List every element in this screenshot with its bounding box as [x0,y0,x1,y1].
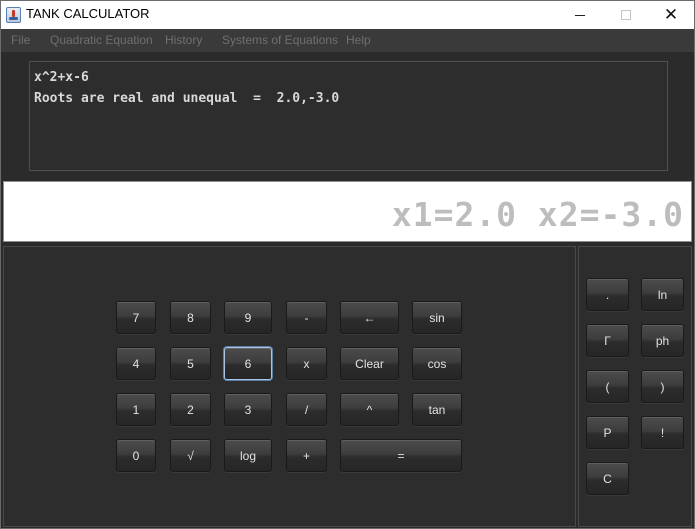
key-6[interactable]: 6 [224,347,272,380]
history-line-expression: x^2+x-6 [34,70,89,85]
key-backspace[interactable]: ← [340,301,399,334]
key-sin[interactable]: sin [412,301,462,334]
key-multiply[interactable]: x [286,347,327,380]
calculator-window: TANK CALCULATOR ✕ File Quadratic Equatio… [0,0,695,529]
history-text-area[interactable]: x^2+x-6 Roots are real and unequal = 2.0… [29,61,668,171]
key-permutation[interactable]: P [586,416,629,449]
menu-bar: File Quadratic Equation History Systems … [1,29,694,53]
key-ln[interactable]: ln [641,278,684,311]
main-keypad-panel [3,246,576,527]
menu-systems-of-equations[interactable]: Systems of Equations [222,33,338,47]
key-1[interactable]: 1 [116,393,156,426]
key-right-paren[interactable]: ) [641,370,684,403]
key-0[interactable]: 0 [116,439,156,472]
menu-help[interactable]: Help [346,33,371,47]
display-value: x1=2.0 x2=-3.0 [391,195,684,234]
menu-file[interactable]: File [11,33,30,47]
display-field: x1=2.0 x2=-3.0 [7,185,688,238]
key-ph[interactable]: ph [641,324,684,357]
key-4[interactable]: 4 [116,347,156,380]
key-cos[interactable]: cos [412,347,462,380]
key-9[interactable]: 9 [224,301,272,334]
key-7[interactable]: 7 [116,301,156,334]
key-gamma[interactable]: Γ [586,324,629,357]
key-3[interactable]: 3 [224,393,272,426]
key-combination[interactable]: C [586,462,629,495]
key-decimal-point[interactable]: . [586,278,629,311]
key-log[interactable]: log [224,439,272,472]
maximize-button[interactable] [603,1,649,29]
close-button[interactable]: ✕ [648,1,694,29]
key-2[interactable]: 2 [170,393,211,426]
key-tan[interactable]: tan [412,393,462,426]
key-minus[interactable]: - [286,301,327,334]
menu-quadratic-equation[interactable]: Quadratic Equation [50,33,153,47]
java-app-icon [6,7,21,23]
key-power[interactable]: ^ [340,393,399,426]
menu-history[interactable]: History [165,33,202,47]
key-divide[interactable]: / [286,393,327,426]
key-left-paren[interactable]: ( [586,370,629,403]
maximize-icon [621,10,631,20]
title-bar: TANK CALCULATOR ✕ [1,1,694,29]
result-display: x1=2.0 x2=-3.0 [3,181,692,242]
key-plus[interactable]: + [286,439,327,472]
key-clear[interactable]: Clear [340,347,399,380]
key-factorial[interactable]: ! [641,416,684,449]
key-sqrt[interactable]: √ [170,439,211,472]
key-5[interactable]: 5 [170,347,211,380]
key-8[interactable]: 8 [170,301,211,334]
key-equals[interactable]: = [340,439,462,472]
window-title: TANK CALCULATOR [26,6,150,21]
minimize-icon [575,14,585,16]
history-line-result: Roots are real and unequal = 2.0,-3.0 [34,91,340,106]
close-icon: ✕ [663,5,679,25]
minimize-button[interactable] [557,1,603,29]
